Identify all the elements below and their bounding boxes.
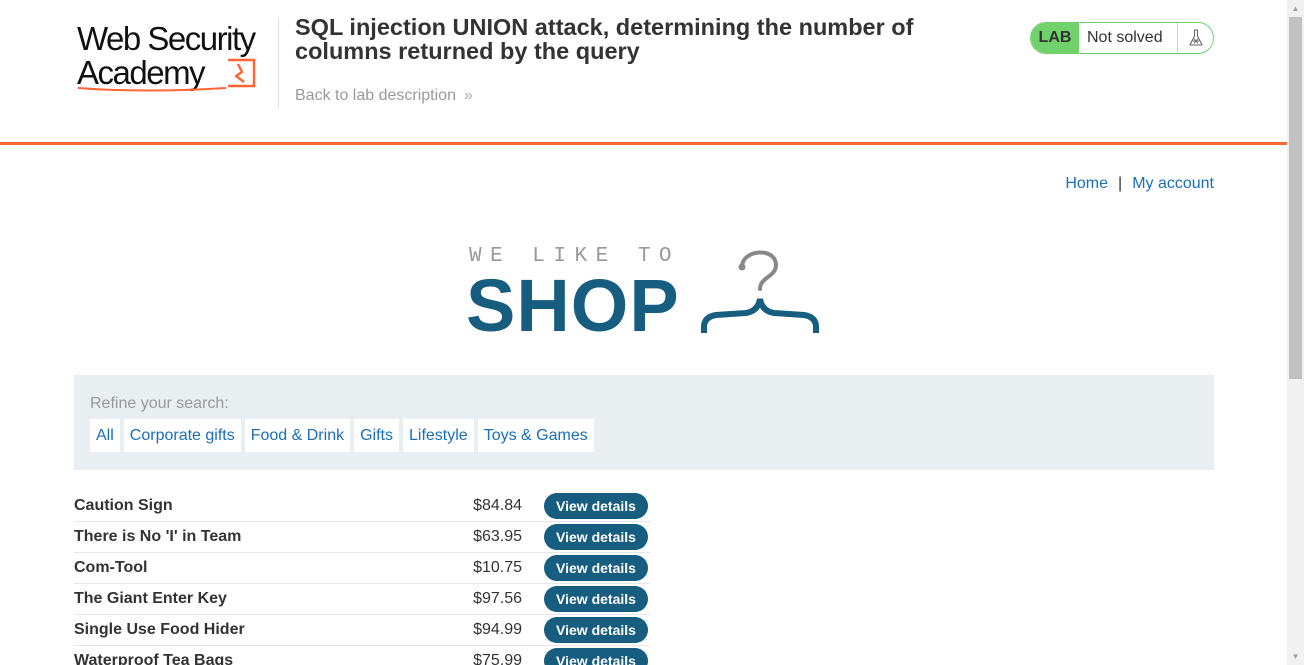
product-row: Single Use Food Hider $94.99 View detail… <box>74 615 650 646</box>
product-name: There is No 'I' in Team <box>74 528 242 545</box>
filter-corporate-gifts[interactable]: Corporate gifts <box>123 419 241 452</box>
logo-graphic: Web Security Academy <box>77 20 258 92</box>
logo-bolt <box>234 63 245 83</box>
filter-toys-games[interactable]: Toys & Games <box>477 419 594 452</box>
product-row: There is No 'I' in Team $63.95 View deta… <box>74 522 650 553</box>
double-chevron-right-icon: » <box>463 87 473 104</box>
product-row: Com-Tool $10.75 View details <box>74 553 650 584</box>
filter-gifts[interactable]: Gifts <box>354 419 399 452</box>
product-name: Single Use Food Hider <box>74 621 245 638</box>
vertical-scrollbar[interactable]: ▲ ▼ <box>1287 0 1304 665</box>
product-name: Caution Sign <box>74 497 173 514</box>
product-price: $75.99 <box>473 652 522 665</box>
lab-status-text: Not solved <box>1087 29 1163 46</box>
view-details-button[interactable]: View details <box>544 524 648 550</box>
scroll-up-arrow-icon[interactable]: ▲ <box>1287 0 1304 17</box>
flask-icon <box>1177 23 1213 53</box>
product-name: The Giant Enter Key <box>74 590 227 607</box>
lab-status-widget: LAB Not solved <box>1030 22 1214 54</box>
logo-line2: Academy <box>77 54 206 91</box>
product-price: $10.75 <box>473 559 522 576</box>
filter-lifestyle[interactable]: Lifestyle <box>402 419 474 452</box>
banner-word: SHOP <box>466 264 680 347</box>
product-price: $84.84 <box>473 497 522 514</box>
product-row: The Giant Enter Key $97.56 View details <box>74 584 650 615</box>
scroll-down-arrow-icon[interactable]: ▼ <box>1287 648 1304 665</box>
shop-banner: WE LIKE TO SHOP <box>466 243 826 343</box>
product-name: Com-Tool <box>74 559 148 576</box>
filter-list: All Corporate gifts Food & Drink Gifts L… <box>90 419 594 452</box>
filters-label: Refine your search: <box>90 395 229 412</box>
product-row: Waterproof Tea Bags $75.99 View details <box>74 646 650 665</box>
view-details-button[interactable]: View details <box>544 586 648 612</box>
hanger-icon <box>701 250 819 333</box>
logo-line1: Web Security <box>77 20 257 57</box>
nav-separator: | <box>1118 175 1123 192</box>
view-details-button[interactable]: View details <box>544 493 648 519</box>
lab-badge: LAB <box>1031 23 1079 53</box>
view-details-button[interactable]: View details <box>544 617 648 643</box>
product-list: Caution Sign $84.84 View details There i… <box>74 491 650 665</box>
scrollbar-thumb[interactable] <box>1289 17 1302 379</box>
view-details-button[interactable]: View details <box>544 648 648 665</box>
view-details-button[interactable]: View details <box>544 555 648 581</box>
product-price: $94.99 <box>473 621 522 638</box>
filters-panel: Refine your search: All Corporate gifts … <box>74 375 1214 470</box>
back-link-label: Back to lab description <box>295 87 456 104</box>
nav-home-link[interactable]: Home <box>1065 175 1108 193</box>
product-name: Waterproof Tea Bags <box>74 652 234 665</box>
web-security-academy-logo[interactable]: Web Security Academy <box>76 20 276 94</box>
product-price: $97.56 <box>473 590 522 607</box>
nav-my-account-link[interactable]: My account <box>1132 175 1214 193</box>
top-nav: Home | My account <box>1065 175 1214 193</box>
filter-all[interactable]: All <box>90 419 120 452</box>
header-divider <box>278 18 279 108</box>
product-row: Caution Sign $84.84 View details <box>74 491 650 522</box>
product-price: $63.95 <box>473 528 522 545</box>
filter-food-drink[interactable]: Food & Drink <box>244 419 351 452</box>
back-to-lab-description-link[interactable]: Back to lab description » <box>295 87 473 105</box>
lab-title: SQL injection UNION attack, determining … <box>295 14 914 64</box>
academy-header: Web Security Academy SQL injection UNION… <box>0 0 1287 145</box>
